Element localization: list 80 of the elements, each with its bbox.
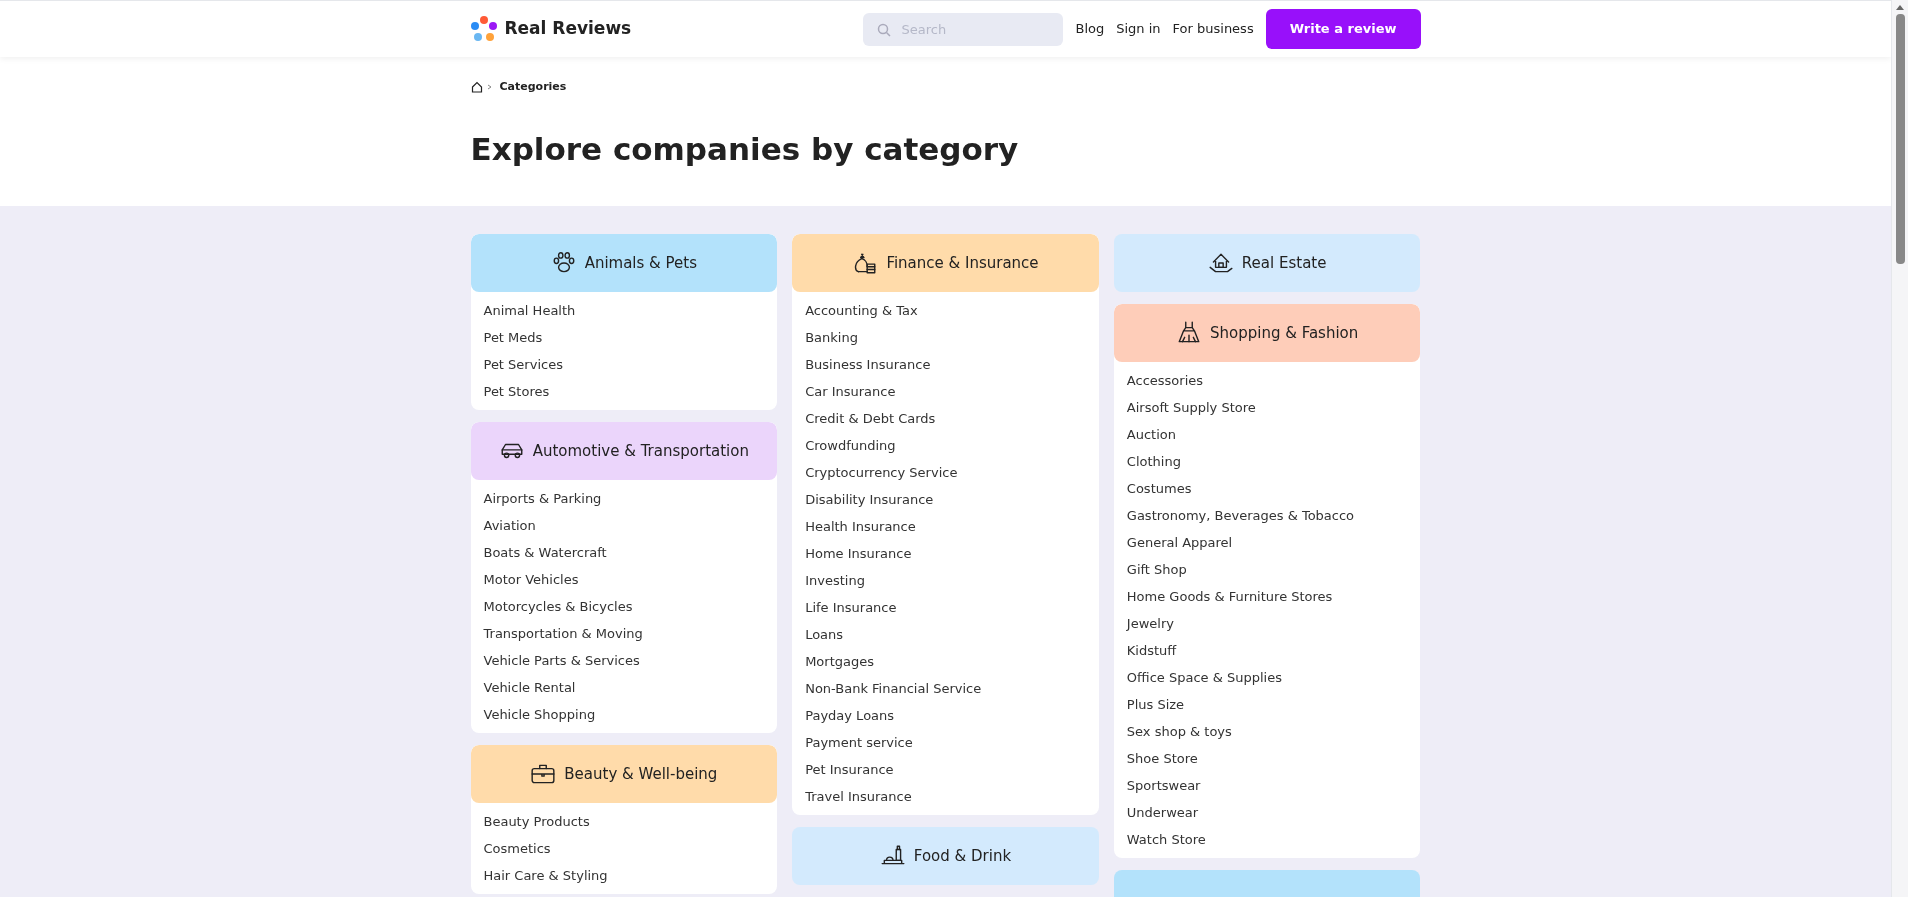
subcategory-link[interactable]: Cosmetics [483,835,765,862]
subcategory-link[interactable]: Motor Vehicles [483,566,765,593]
subcategory-link[interactable]: Cryptocurrency Service [805,459,1086,486]
category-title: Beauty & Well-being [564,763,718,785]
subcategory-link[interactable]: Gastronomy, Beverages & Tobacco [1126,502,1408,529]
subcategory-link[interactable]: Investing [805,567,1086,594]
category-title: Automotive & Transportation [532,440,749,462]
subcategory-link[interactable]: Boats & Watercraft [483,539,765,566]
subcategory-link[interactable]: Gift Shop [1126,556,1408,583]
category-title: Finance & Insurance [886,252,1039,274]
category-title: Shopping & Fashion [1210,322,1359,344]
subcategory-link[interactable]: Motorcycles & Bicycles [483,593,765,620]
page-heading: Explore companies by category [470,129,1020,169]
logo-text[interactable]: Real Reviews [504,16,632,42]
breadcrumb-link[interactable]: Categories [499,79,567,96]
subcategory-link[interactable]: Jewelry [1126,610,1408,637]
subcategory-link[interactable]: Clothing [1126,448,1408,475]
category-title: Real Estate [1241,252,1327,274]
subcategory-link[interactable]: Home Goods & Furniture Stores [1126,583,1408,610]
category-header[interactable]: Finance & Insurance [792,234,1099,292]
subcategory-link[interactable]: Hair Care & Styling [483,862,765,889]
subcategory-link[interactable]: Beauty Products [483,808,765,835]
logo-icon[interactable] [470,16,497,42]
subcategory-link[interactable]: Payment service [805,729,1086,756]
subcategory-link[interactable]: Loans [805,621,1086,648]
scroll-up-icon[interactable] [1896,4,1904,10]
chevron-icon [486,84,492,91]
category-title: Animals & Pets [584,252,697,274]
home-icon[interactable] [470,81,483,94]
subcategory-link[interactable]: Airports & Parking [483,485,765,512]
nav-link[interactable]: For business [1172,19,1254,39]
subcategory-link[interactable]: Transportation & Moving [483,620,765,647]
subcategory-link[interactable]: Plus Size [1126,691,1408,718]
subcategory-link[interactable]: Animal Health [483,297,765,324]
subcategory-link[interactable]: Aviation [483,512,765,539]
subcategory-link[interactable]: Disability Insurance [805,486,1086,513]
subcategory-link[interactable]: Mortgages [805,648,1086,675]
subcategory-link[interactable]: Auction [1126,421,1408,448]
category-header[interactable]: Real Estate [1113,234,1421,292]
subcategory-link[interactable]: Payday Loans [805,702,1086,729]
subcategory-link[interactable]: Pet Meds [483,324,765,351]
subcategory-link[interactable]: Vehicle Rental [483,674,765,701]
subcategory-link[interactable]: Non-Bank Financial Service [805,675,1086,702]
category-header[interactable]: Food & Drink [792,827,1099,885]
subcategory-link[interactable]: Accounting & Tax [805,297,1086,324]
subcategory-link[interactable]: Pet Insurance [805,756,1086,783]
category-header[interactable]: Beauty & Well-being [470,745,778,803]
subcategory-link[interactable]: Car Insurance [805,378,1086,405]
category-title: Food & Drink [913,845,1012,867]
scrollbar-thumb[interactable] [1895,14,1905,264]
subcategory-link[interactable]: Pet Stores [483,378,765,405]
subcategory-link[interactable]: Accessories [1126,367,1408,394]
subcategory-link[interactable]: Vehicle Parts & Services [483,647,765,674]
subcategory-link[interactable]: Banking [805,324,1086,351]
subcategory-link[interactable]: Sex shop & toys [1126,718,1408,745]
subcategory-link[interactable]: Home Insurance [805,540,1086,567]
write-review-button[interactable]: Write a review [1265,9,1421,49]
subcategory-link[interactable]: Vehicle Shopping [483,701,765,728]
search-icon [877,22,892,37]
subcategory-link[interactable]: Life Insurance [805,594,1086,621]
nav-link[interactable]: Sign in [1116,19,1161,39]
subcategory-link[interactable]: Costumes [1126,475,1408,502]
subcategory-link[interactable]: Health Insurance [805,513,1086,540]
subcategory-link[interactable]: Office Space & Supplies [1126,664,1408,691]
category-header[interactable]: Shopping & Fashion [1113,304,1421,362]
nav-link[interactable]: Blog [1075,19,1105,39]
subcategory-link[interactable]: Airsoft Supply Store [1126,394,1408,421]
subcategory-link[interactable]: Crowdfunding [805,432,1086,459]
category-header[interactable]: Automotive & Transportation [470,422,778,480]
subcategory-link[interactable]: Watch Store [1126,826,1408,853]
subcategory-link[interactable]: Kidstuff [1126,637,1408,664]
category-header[interactable]: Animals & Pets [470,234,778,292]
subcategory-link[interactable]: Underwear [1126,799,1408,826]
subcategory-link[interactable]: General Apparel [1126,529,1408,556]
subcategory-link[interactable]: Credit & Debt Cards [805,405,1086,432]
subcategory-link[interactable]: Business Insurance [805,351,1086,378]
subcategory-link[interactable]: Pet Services [483,351,765,378]
subcategory-link[interactable]: Shoe Store [1126,745,1408,772]
subcategory-link[interactable]: Sportswear [1126,772,1408,799]
subcategory-link[interactable]: Travel Insurance [805,783,1086,810]
